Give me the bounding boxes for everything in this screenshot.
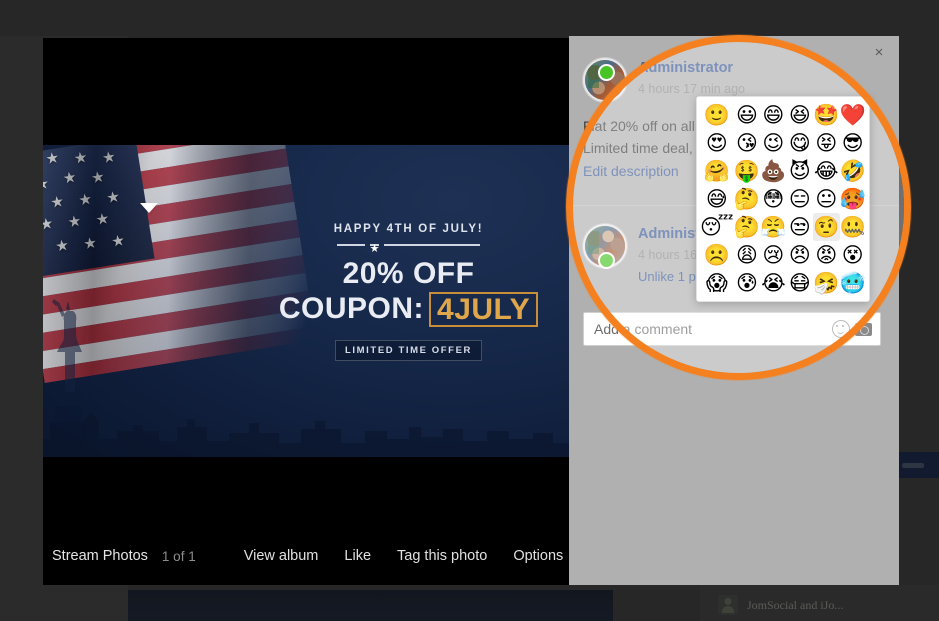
tag-photo-button[interactable]: Tag this photo <box>397 548 487 564</box>
user-avatar-icon <box>718 595 738 615</box>
emoji-anxious-face-with-sweat[interactable]: 😰 <box>734 269 760 297</box>
edit-description-link[interactable]: Edit description <box>583 161 679 183</box>
promo-divider: ★ <box>276 243 541 255</box>
emoji-red-heart[interactable]: ❤️ <box>840 101 866 129</box>
emoji-star-struck-face[interactable]: 🤩 <box>813 101 839 129</box>
emoji-sad-but-relieved-face[interactable]: 😢 <box>760 241 786 269</box>
emoji-slightly-smiling-face[interactable]: 🙂 <box>700 101 734 129</box>
emoji-grid: 🙂 😃 😄 😆 🤩 ❤️ 😍 😘 😉 😋 😝 😎 🤗 🤑 💩 😈 😂 🤣 😅 🤔 😳 😑 😐 🥵 😴 🤔 😤 😒 🤨 🤐 ☹️ 😩 😢 😠 😡 😵 😱 😰… <box>697 97 869 301</box>
emoji-popup-pointer <box>140 203 158 213</box>
emoji-smiling-face-horns[interactable]: 😈 <box>787 157 813 185</box>
comment-input-box[interactable]: Add a comment <box>583 312 881 346</box>
post-author-name[interactable]: Administrator <box>638 60 745 77</box>
emoji-face-blowing-kiss[interactable]: 😘 <box>734 129 760 157</box>
background-user-name: JomSocial and iJo... <box>747 597 844 612</box>
promo-coupon-row: COUPON: 4JULY <box>276 291 541 327</box>
emoji-grinning-squinting-face[interactable]: 😆 <box>787 101 813 129</box>
photo-image: ★ ★ ★ ★ ★ ★ ★ ★ ★ ★ ★ ★ ★ ★ ★ ★ ★ ★ <box>43 145 569 457</box>
like-button[interactable]: Like <box>344 548 371 564</box>
emoji-angry-face[interactable]: 😠 <box>787 241 813 269</box>
emoji-face-with-steam-from-nose[interactable]: 😤 <box>760 213 786 241</box>
lightbox-actions: View album Like Tag this photo Options <box>244 548 564 564</box>
emoji-heart-eyes-face[interactable]: 😍 <box>700 129 734 157</box>
emoji-unamused-face[interactable]: 😒 <box>787 213 813 241</box>
photo-lightbox: ★ ★ ★ ★ ★ ★ ★ ★ ★ ★ ★ ★ ★ ★ ★ ★ ★ ★ <box>43 38 569 585</box>
emoji-dizzy-face[interactable]: 😵 <box>840 241 866 269</box>
emoji-pouting-face[interactable]: 😡 <box>813 241 839 269</box>
star-icon: ★ <box>369 243 380 255</box>
view-album-button[interactable]: View album <box>244 548 319 564</box>
comment-composer: Add a comment <box>583 312 881 346</box>
lightbox-bottom-bar: Stream Photos 1 of 1 View album Like Tag… <box>43 527 569 585</box>
smiley-icon[interactable] <box>832 320 850 338</box>
close-icon[interactable]: × <box>868 42 890 64</box>
emoji-face-savoring-food[interactable]: 😋 <box>787 129 813 157</box>
emoji-winking-face[interactable]: 😉 <box>760 129 786 157</box>
emoji-flushed-face[interactable]: 😳 <box>760 185 786 213</box>
emoji-expressionless-face[interactable]: 😑 <box>787 185 813 213</box>
emoji-rolling-on-floor-laughing[interactable]: 🤣 <box>840 157 866 185</box>
post-timestamp: 4 hours 17 min ago <box>638 81 746 96</box>
online-status-indicator <box>598 64 615 81</box>
background-content-strip <box>128 590 613 621</box>
promo-coupon-code: 4JULY <box>429 291 539 327</box>
emoji-pile-of-poo[interactable]: 💩 <box>760 157 786 185</box>
background-user-row[interactable]: JomSocial and iJo... <box>718 592 928 618</box>
emoji-money-mouth-face[interactable]: 🤑 <box>734 157 760 185</box>
emoji-face-with-medical-mask[interactable]: 😷 <box>787 269 813 297</box>
emoji-face-with-raised-eyebrow[interactable]: 🤨 <box>813 213 840 241</box>
emoji-face-with-open-eyes-hand-over-mouth[interactable]: 🥵 <box>840 185 866 213</box>
promo-discount: 20% OFF <box>342 257 475 290</box>
photo-counter: 1 of 1 <box>161 548 196 564</box>
emoji-face-screaming-in-fear[interactable]: 😱 <box>700 269 734 297</box>
promo-coupon-label: COUPON: <box>278 292 425 326</box>
emoji-hugging-face[interactable]: 🤗 <box>700 157 734 185</box>
stream-photos-label[interactable]: Stream Photos <box>52 548 148 564</box>
city-skyline-silhouette <box>43 413 569 457</box>
top-strip <box>0 0 939 36</box>
emoji-cold-face[interactable]: 🥶 <box>840 269 866 297</box>
emoji-zipper-mouth-face[interactable]: 🤐 <box>840 213 866 241</box>
emoji-loudly-crying-face[interactable]: 😭 <box>760 269 786 297</box>
promo-headline: HAPPY 4TH OF JULY! <box>333 223 484 235</box>
online-status-indicator <box>598 252 615 269</box>
post-meta: Administrator 4 hours 17 min ago <box>638 58 745 96</box>
emoji-picker-popup[interactable]: 🙂 😃 😄 😆 🤩 ❤️ 😍 😘 😉 😋 😝 😎 🤗 🤑 💩 😈 😂 🤣 😅 🤔 😳 😑 😐 🥵 😴 🤔 😤 😒 🤨 🤐 ☹️ 😩 😢 😠 😡 😵 😱 😰… <box>696 96 870 302</box>
emoji-frowning-face[interactable]: ☹️ <box>700 241 734 269</box>
emoji-grinning-face[interactable]: 😃 <box>734 101 760 129</box>
background-button[interactable] <box>893 452 939 478</box>
emoji-smiling-face-sunglasses[interactable]: 😎 <box>840 129 866 157</box>
emoji-neutral-face[interactable]: 😐 <box>813 185 839 213</box>
emoji-squinting-face-tongue[interactable]: 😝 <box>813 129 839 157</box>
emoji-weary-face[interactable]: 😩 <box>734 241 760 269</box>
emoji-smiling-face-open-mouth[interactable]: 😄 <box>760 101 786 129</box>
emoji-thinking-face-hand[interactable]: 🤔 <box>734 213 760 241</box>
options-button[interactable]: Options <box>513 548 563 564</box>
comment-placeholder: Add a comment <box>594 321 693 337</box>
photo-promo-copy: HAPPY 4TH OF JULY! ★ 20% OFF COUPON: 4JU… <box>276 223 541 361</box>
emoji-thinking-face[interactable]: 🤔 <box>734 185 760 213</box>
emoji-sleeping-face[interactable]: 😴 <box>700 213 734 241</box>
composer-icons <box>832 319 872 338</box>
promo-limited-badge: LIMITED TIME OFFER <box>335 340 482 361</box>
emoji-grinning-face-sweat[interactable]: 😅 <box>700 185 734 213</box>
emoji-sneezing-face[interactable]: 🤧 <box>813 269 839 297</box>
camera-icon[interactable] <box>855 319 872 336</box>
emoji-face-with-tears-of-joy[interactable]: 😂 <box>813 157 839 185</box>
